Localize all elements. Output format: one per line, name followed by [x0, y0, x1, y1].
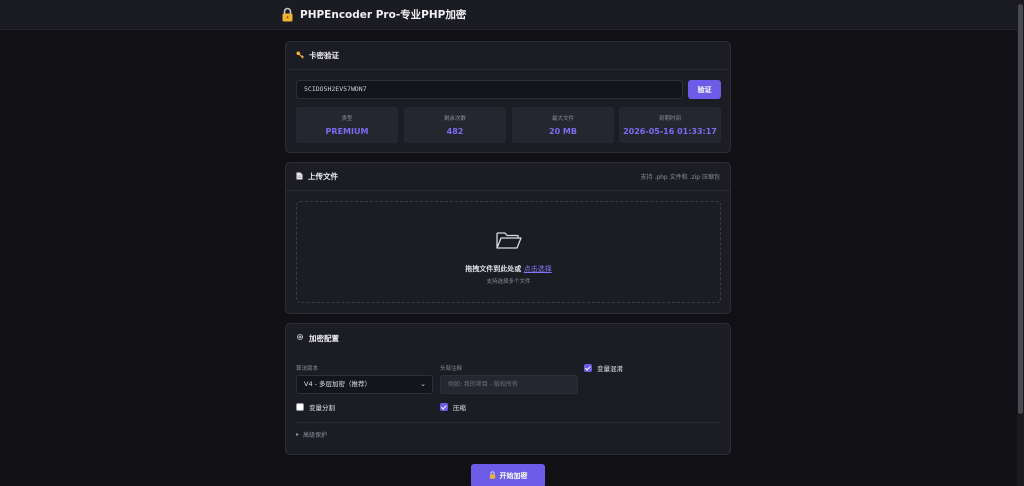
- key-icon: [296, 51, 304, 61]
- verify-card: 卡密验证 5CIDO5H2EV57WDN7 验证 类型 PREMIUM 剩余次数…: [285, 41, 731, 153]
- checkbox-checked-icon[interactable]: [440, 403, 448, 411]
- stat-label: 类型: [341, 116, 353, 122]
- upload-card-header: 上传文件 支持 .php 文件和 .zip 压缩包: [286, 163, 730, 191]
- choose-file-link[interactable]: 点击选择: [524, 265, 552, 273]
- config-card-title: 加密配置: [309, 333, 339, 343]
- checkbox-label: 变量混淆: [597, 365, 623, 373]
- header-comment-input[interactable]: 例如: 我的项目 - 版权所有: [440, 375, 578, 394]
- stat-max-file: 最大文件 20 MB: [512, 107, 614, 143]
- checkbox-variable-obfuscation[interactable]: 变量混淆: [584, 363, 623, 373]
- drop-text: 拖拽文件到此处或: [465, 265, 522, 273]
- upload-card: 上传文件 支持 .php 文件和 .zip 压缩包 拖拽文件到此处或 点击选择 …: [285, 162, 731, 314]
- checkbox-compress[interactable]: 压缩: [440, 402, 466, 412]
- header-comment-label: 头部注释: [440, 366, 463, 372]
- checkbox-unchecked-icon[interactable]: [296, 403, 304, 411]
- divider: [296, 422, 721, 423]
- stat-expiry: 到期时间 2026-05-16 01:33:17: [619, 107, 721, 143]
- triangle-right-icon: ▸: [296, 431, 300, 438]
- verify-button[interactable]: 验证: [688, 80, 721, 99]
- license-key-input[interactable]: 5CIDO5H2EV57WDN7: [296, 80, 683, 99]
- stat-label: 剩余次数: [443, 116, 466, 122]
- top-bar: PHPEncoder Pro-专业PHP加密: [0, 0, 1017, 30]
- upload-card-title: 上传文件: [308, 172, 338, 181]
- document-icon: [296, 172, 303, 182]
- stat-label: 最大文件: [551, 116, 574, 122]
- stat-type: 类型 PREMIUM: [296, 107, 398, 143]
- chevron-down-icon: ⌄: [420, 380, 426, 388]
- advanced-protection-toggle[interactable]: ▸ 高级保护: [296, 430, 327, 439]
- verify-card-title: 卡密验证: [309, 51, 339, 60]
- stat-value: 2026-05-16 01:33:17: [623, 127, 717, 136]
- folder-open-icon: [495, 229, 523, 255]
- brand: PHPEncoder Pro-专业PHP加密: [281, 7, 466, 22]
- checkbox-variable-split[interactable]: 变量分割: [296, 402, 335, 412]
- checkbox-checked-icon[interactable]: [584, 364, 592, 372]
- stat-label: 到期时间: [658, 116, 681, 122]
- upload-note: 支持 .php 文件和 .zip 压缩包: [640, 174, 721, 181]
- drop-subtext: 支持选择多个文件: [486, 279, 531, 285]
- checkbox-label: 变量分割: [309, 404, 335, 412]
- scrollbar-thumb[interactable]: [1018, 4, 1023, 414]
- verify-card-header: 卡密验证: [286, 42, 730, 70]
- stat-value: PREMIUM: [325, 127, 369, 136]
- stat-value: 482: [446, 127, 464, 136]
- checkbox-label: 压缩: [453, 404, 466, 412]
- algorithm-value: V4 - 多层加密（推荐）: [304, 380, 372, 388]
- drop-text-line: 拖拽文件到此处或 点击选择: [297, 264, 720, 274]
- stat-remaining: 剩余次数 482: [404, 107, 506, 143]
- lock-icon: [281, 7, 294, 22]
- config-card: 加密配置 算法版本 V4 - 多层加密（推荐） ⌄ 头部注释 例如: 我的项目 …: [285, 323, 731, 455]
- advanced-label: 高级保护: [303, 432, 328, 439]
- start-encrypt-button[interactable]: 开始加密: [471, 464, 545, 486]
- start-button-label: 开始加密: [499, 472, 528, 480]
- config-card-header: 加密配置: [286, 324, 730, 352]
- scrollbar[interactable]: [1017, 0, 1024, 486]
- algorithm-label: 算法版本: [296, 366, 319, 372]
- lock-icon: [489, 471, 496, 481]
- file-dropzone[interactable]: 拖拽文件到此处或 点击选择 支持选择多个文件: [296, 201, 721, 303]
- gear-icon: [296, 333, 304, 343]
- algorithm-select[interactable]: V4 - 多层加密（推荐） ⌄: [296, 375, 433, 394]
- stat-value: 20 MB: [549, 127, 577, 136]
- app-title: PHPEncoder Pro-专业PHP加密: [300, 9, 467, 21]
